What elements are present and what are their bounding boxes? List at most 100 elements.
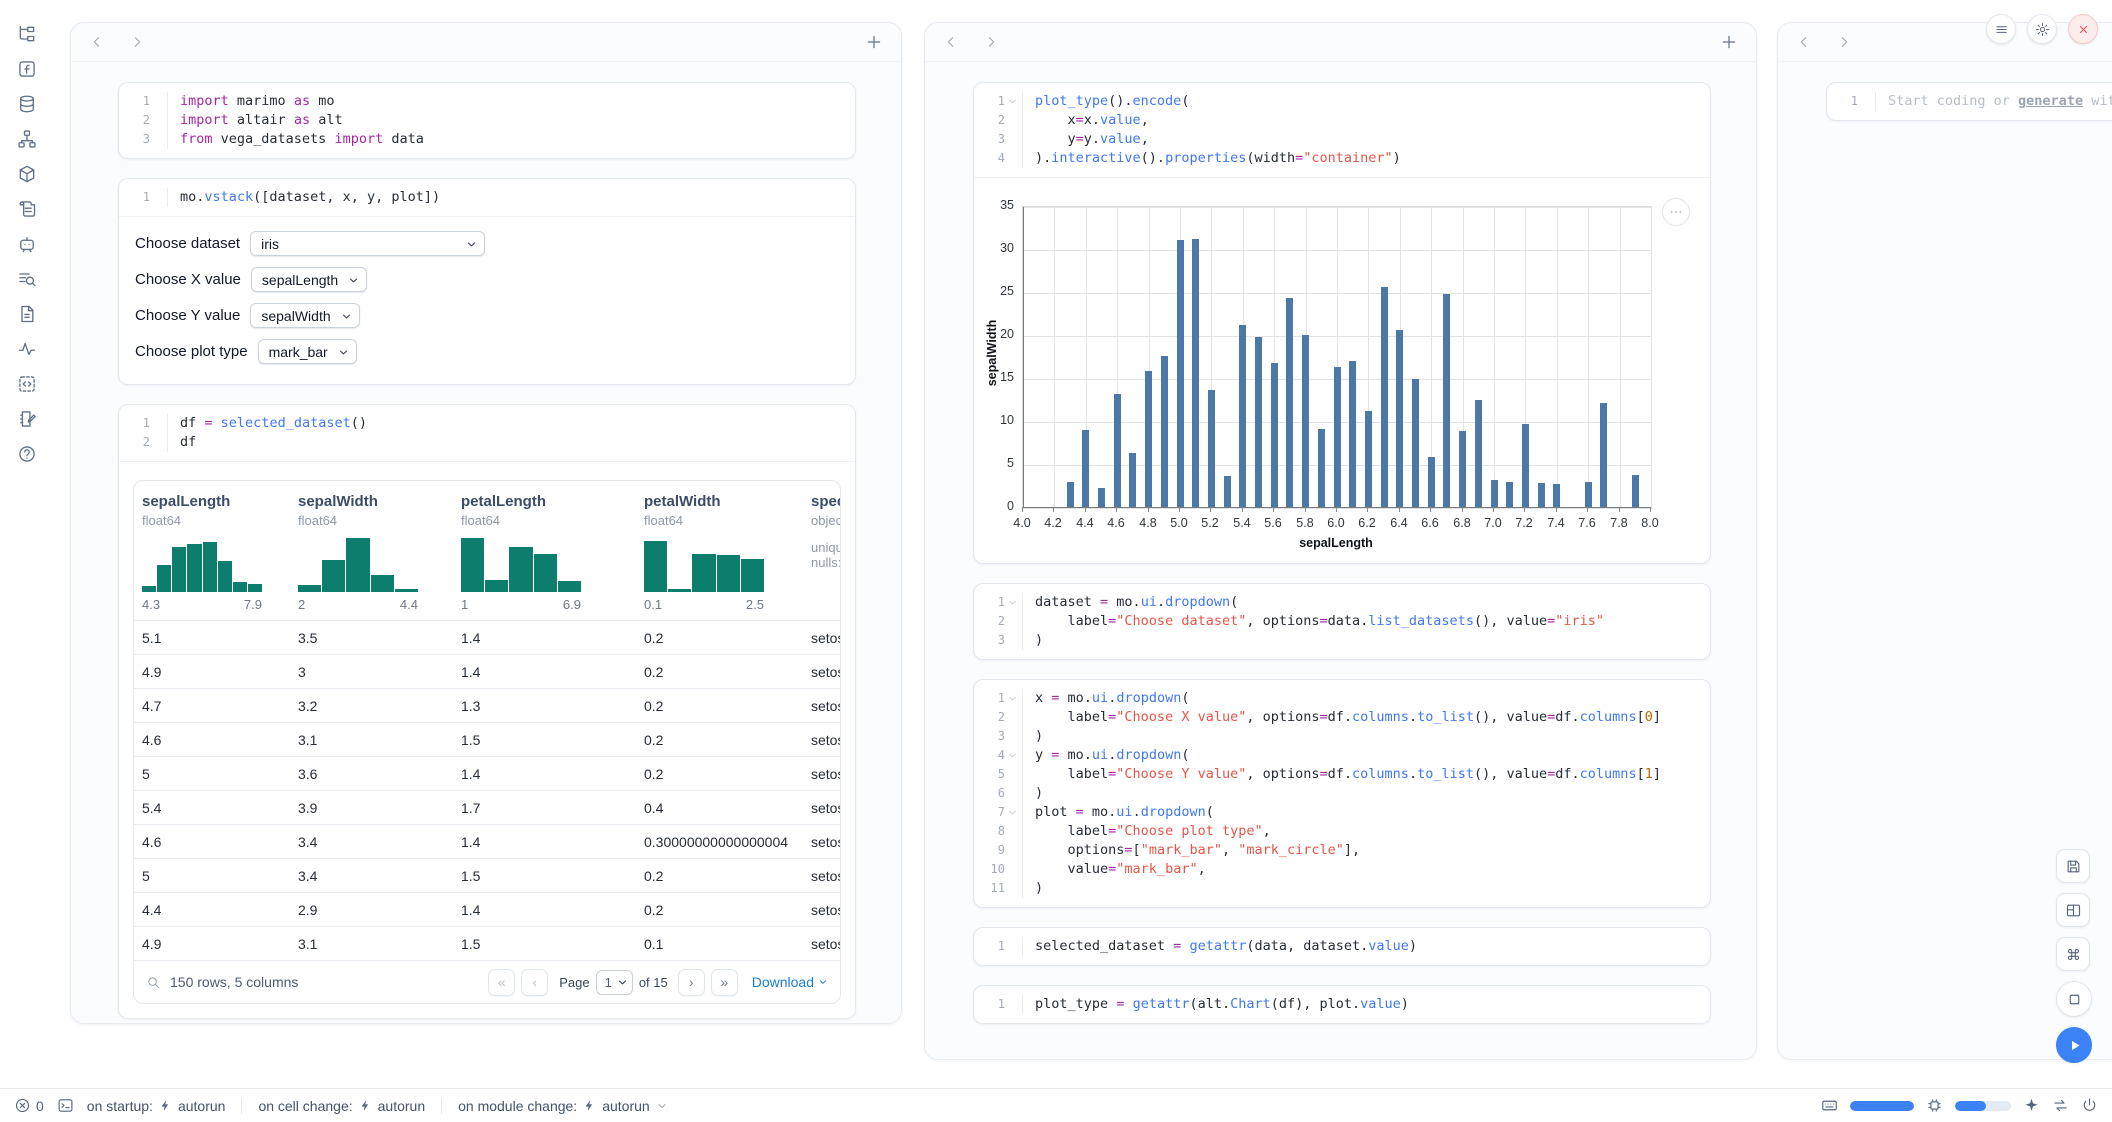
tracing-icon[interactable] xyxy=(17,339,37,359)
outline-icon[interactable] xyxy=(17,199,37,219)
chart-bar xyxy=(1334,367,1341,508)
table-row[interactable]: 4.931.40.2setosa xyxy=(134,655,840,689)
fold-chevron-icon[interactable] xyxy=(1007,96,1018,107)
save-button[interactable] xyxy=(2056,849,2090,883)
fold-chevron-icon[interactable] xyxy=(1007,807,1018,818)
table-row[interactable]: 4.63.41.40.30000000000000004setosa xyxy=(134,825,840,859)
minimap-button[interactable] xyxy=(2056,981,2092,1017)
generate-with-ai-link[interactable]: generate xyxy=(2018,93,2083,109)
dropdown-choose-dataset[interactable]: iris xyxy=(250,231,485,256)
datasources-icon[interactable] xyxy=(17,94,37,114)
table-row[interactable]: 5.43.91.70.4setosa xyxy=(134,791,840,825)
error-count[interactable]: 0 xyxy=(14,1097,44,1114)
cell-editor[interactable]: 1import marimo as mo2import altair as al… xyxy=(119,83,855,158)
cell-editor[interactable]: 1mo.vstack([dataset, x, y, plot]) xyxy=(119,179,855,216)
cell-value: 4.6 xyxy=(134,834,290,850)
add-cell-button[interactable] xyxy=(1720,33,1738,51)
logs-icon[interactable] xyxy=(17,269,37,289)
line-number: 2 xyxy=(974,708,1022,727)
code-line: 1df = selected_dataset() xyxy=(119,414,855,433)
add-cell-button[interactable] xyxy=(865,33,883,51)
prev-page-button[interactable]: ‹ xyxy=(521,969,548,996)
first-page-button[interactable]: « xyxy=(488,969,515,996)
run-button[interactable] xyxy=(2056,1027,2092,1063)
terminal-button[interactable] xyxy=(57,1097,74,1114)
column-header-species[interactable]: speciesobjectunique:nulls: xyxy=(803,481,841,620)
table-row[interactable]: 53.61.40.2setosa xyxy=(134,757,840,791)
fold-spacer xyxy=(1007,883,1018,894)
dropdown-choose-x-value[interactable]: sepalLength xyxy=(251,267,367,292)
chart-actions-button[interactable] xyxy=(1662,198,1690,226)
empty-code-cell[interactable]: 1 Start coding or generate with xyxy=(1826,82,2112,121)
next-page-button[interactable]: › xyxy=(678,969,705,996)
marimo-file-icon[interactable] xyxy=(17,59,37,79)
gridline-y xyxy=(1023,250,1651,251)
ai-sparkle-icon[interactable] xyxy=(2023,1097,2040,1114)
column-header-petalLength[interactable]: petalLengthfloat6416.9 xyxy=(453,481,636,620)
cell-editor[interactable]: 1selected_dataset = getattr(data, datase… xyxy=(974,928,1710,965)
runtime-config-1[interactable]: on startup:autorun xyxy=(87,1098,226,1114)
memory-chip-icon[interactable] xyxy=(1926,1097,1943,1114)
dependency-graph-icon[interactable] xyxy=(17,129,37,149)
cell-editor[interactable]: 1plot_type = getattr(alt.Chart(df), plot… xyxy=(974,986,1710,1023)
chart-bar xyxy=(1538,483,1545,508)
keyboard-shortcuts-button[interactable] xyxy=(2056,937,2090,971)
cell-editor[interactable]: 1x = mo.ui.dropdown(2 label="Choose X va… xyxy=(974,680,1710,907)
ai-chat-icon[interactable] xyxy=(17,234,37,254)
table-row[interactable]: 4.93.11.50.1setosa xyxy=(134,927,840,961)
table-search-icon[interactable] xyxy=(146,975,161,990)
line-number: 5 xyxy=(974,765,1022,784)
fold-chevron-icon[interactable] xyxy=(1007,597,1018,608)
swap-icon[interactable] xyxy=(2052,1097,2069,1114)
power-icon[interactable] xyxy=(2081,1097,2098,1114)
page-select[interactable]: 1 xyxy=(596,970,633,995)
scratchpad-icon[interactable] xyxy=(17,409,37,429)
file-explorer-icon[interactable] xyxy=(17,24,37,44)
code-text: ) xyxy=(1022,631,1710,650)
code-line: 1import marimo as mo xyxy=(119,92,855,111)
column-back-button[interactable] xyxy=(1796,34,1812,50)
dropdown-choose-y-value[interactable]: sepalWidth xyxy=(250,303,359,328)
packages-icon[interactable] xyxy=(17,164,37,184)
table-row[interactable]: 4.63.11.50.2setosa xyxy=(134,723,840,757)
cell-editor[interactable]: 1dataset = mo.ui.dropdown(2 label="Choos… xyxy=(974,584,1710,659)
download-button[interactable]: Download xyxy=(752,974,828,990)
line-number: 1 xyxy=(119,414,167,433)
help-icon[interactable] xyxy=(17,444,37,464)
fold-chevron-icon[interactable] xyxy=(1007,750,1018,761)
column-header-sepalLength[interactable]: sepalLengthfloat644.37.9 xyxy=(134,481,290,620)
column-header-petalWidth[interactable]: petalWidthfloat640.12.5 xyxy=(636,481,803,620)
close-button[interactable] xyxy=(2068,14,2098,44)
cell-editor[interactable]: 1 Start coding or generate with xyxy=(1827,83,2112,120)
keyboard-icon[interactable] xyxy=(1821,1097,1838,1114)
chart-bar xyxy=(1192,239,1199,508)
column-back-button[interactable] xyxy=(89,34,105,50)
cell-value: 0.30000000000000004 xyxy=(636,834,803,850)
snippets-icon[interactable] xyxy=(17,374,37,394)
column-back-button[interactable] xyxy=(943,34,959,50)
cell-editor[interactable]: 1df = selected_dataset()2df xyxy=(119,405,855,461)
editor-placeholder[interactable]: Start coding or generate with xyxy=(1875,92,2112,111)
table-row[interactable]: 4.42.91.40.2setosa xyxy=(134,893,840,927)
column-forward-button[interactable] xyxy=(129,34,145,50)
cell-value: 1.4 xyxy=(453,902,636,918)
dropdown-choose-plot-type[interactable]: mark_bar xyxy=(258,339,357,364)
cell-value: 4.9 xyxy=(134,664,290,680)
cell-editor[interactable]: 1plot_type().encode(2 x=x.value,3 y=y.va… xyxy=(974,83,1710,177)
settings-button[interactable] xyxy=(2027,14,2057,44)
column-header-sepalWidth[interactable]: sepalWidthfloat6424.4 xyxy=(290,481,453,620)
last-page-button[interactable]: » xyxy=(711,969,738,996)
runtime-config-3[interactable]: on module change:autorun xyxy=(458,1098,668,1114)
table-row[interactable]: 4.73.21.30.2setosa xyxy=(134,689,840,723)
column-forward-button[interactable] xyxy=(1836,34,1852,50)
column-forward-button[interactable] xyxy=(983,34,999,50)
fold-chevron-icon[interactable] xyxy=(1007,693,1018,704)
table-row[interactable]: 5.13.51.40.2setosa xyxy=(134,621,840,655)
panel-layout-button[interactable] xyxy=(2056,893,2090,927)
menu-button[interactable] xyxy=(1986,14,2016,44)
documentation-icon[interactable] xyxy=(17,304,37,324)
x-tick-label: 5.4 xyxy=(1227,516,1257,530)
axis-tick xyxy=(1053,507,1054,512)
table-row[interactable]: 53.41.50.2setosa xyxy=(134,859,840,893)
runtime-config-2[interactable]: on cell change:autorun xyxy=(258,1098,425,1114)
